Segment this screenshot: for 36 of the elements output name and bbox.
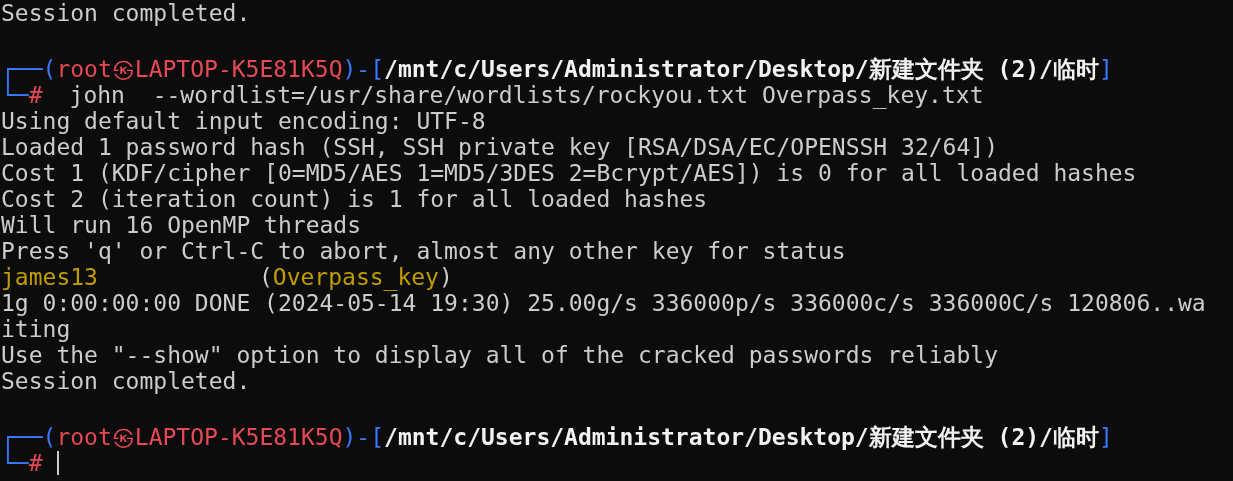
prompt-bracket: (: [42, 424, 57, 450]
output-line: Cost 1 (KDF/cipher [0=MD5/AES 1=MD5/3DES 2=Bcrypt/AES]) is 0 for all loaded hashes: [1, 160, 1137, 186]
prompt-bracket: )-[: [342, 56, 385, 82]
prompt-corner: └─: [1, 82, 29, 108]
prompt-host: LAPTOP-K5E81K5Q: [134, 424, 343, 450]
output-line: Will run 16 OpenMP threads: [1, 212, 362, 238]
cracked-password: james13: [1, 264, 98, 290]
output-line: Press 'q' or Ctrl-C to abort, almost any other key for status: [1, 238, 846, 264]
prompt-bracket: ]: [1098, 56, 1113, 82]
output-line: Session completed.: [1, 368, 251, 394]
output-line: iting: [1, 316, 71, 342]
prompt-path: /mnt/c/Users/Administrator/Desktop/新建文件夹 (2)/临时: [384, 424, 1099, 450]
key-name: Overpass_key: [272, 264, 439, 290]
prompt-user: root: [56, 56, 112, 82]
prompt-corner: ┌──: [1, 56, 43, 82]
prompt-sigil: #: [28, 450, 43, 476]
prompt-separator: ㉿: [111, 424, 135, 450]
output-line: Using default input encoding: UTF-8: [1, 108, 486, 134]
prompt-sigil: #: [28, 82, 43, 108]
output-line: Cost 2 (iteration count) is 1 for all loaded hashes: [1, 186, 708, 212]
output-line: Loaded 1 password hash (SSH, SSH private key [RSA/DSA/EC/OPENSSH 32/64]): [1, 134, 998, 160]
output-line: Session completed.: [1, 0, 251, 26]
prompt-host: LAPTOP-K5E81K5Q: [134, 56, 343, 82]
command-text: john --wordlist=/usr/share/wordlists/rockyou.txt Overpass_key.txt: [69, 82, 984, 108]
prompt-bracket: ]: [1098, 424, 1113, 450]
output-line: Use the "--show" option to display all of the cracked passwords reliably: [1, 342, 998, 368]
prompt-bracket: )-[: [342, 424, 385, 450]
prompt-user: root: [56, 424, 112, 450]
paren: (: [258, 264, 273, 290]
paren: ): [438, 264, 453, 290]
prompt-corner: └─: [1, 450, 29, 476]
prompt-separator: ㉿: [111, 56, 135, 82]
prompt-bracket: (: [42, 56, 57, 82]
output-line: 1g 0:00:00:00 DONE (2024-05-14 19:30) 25.00g/s 336000p/s 336000c/s 336000C/s 120806..wa: [1, 290, 1206, 316]
prompt-path: /mnt/c/Users/Administrator/Desktop/新建文件夹 (2)/临时: [384, 56, 1099, 82]
prompt-corner: ┌──: [1, 424, 43, 450]
